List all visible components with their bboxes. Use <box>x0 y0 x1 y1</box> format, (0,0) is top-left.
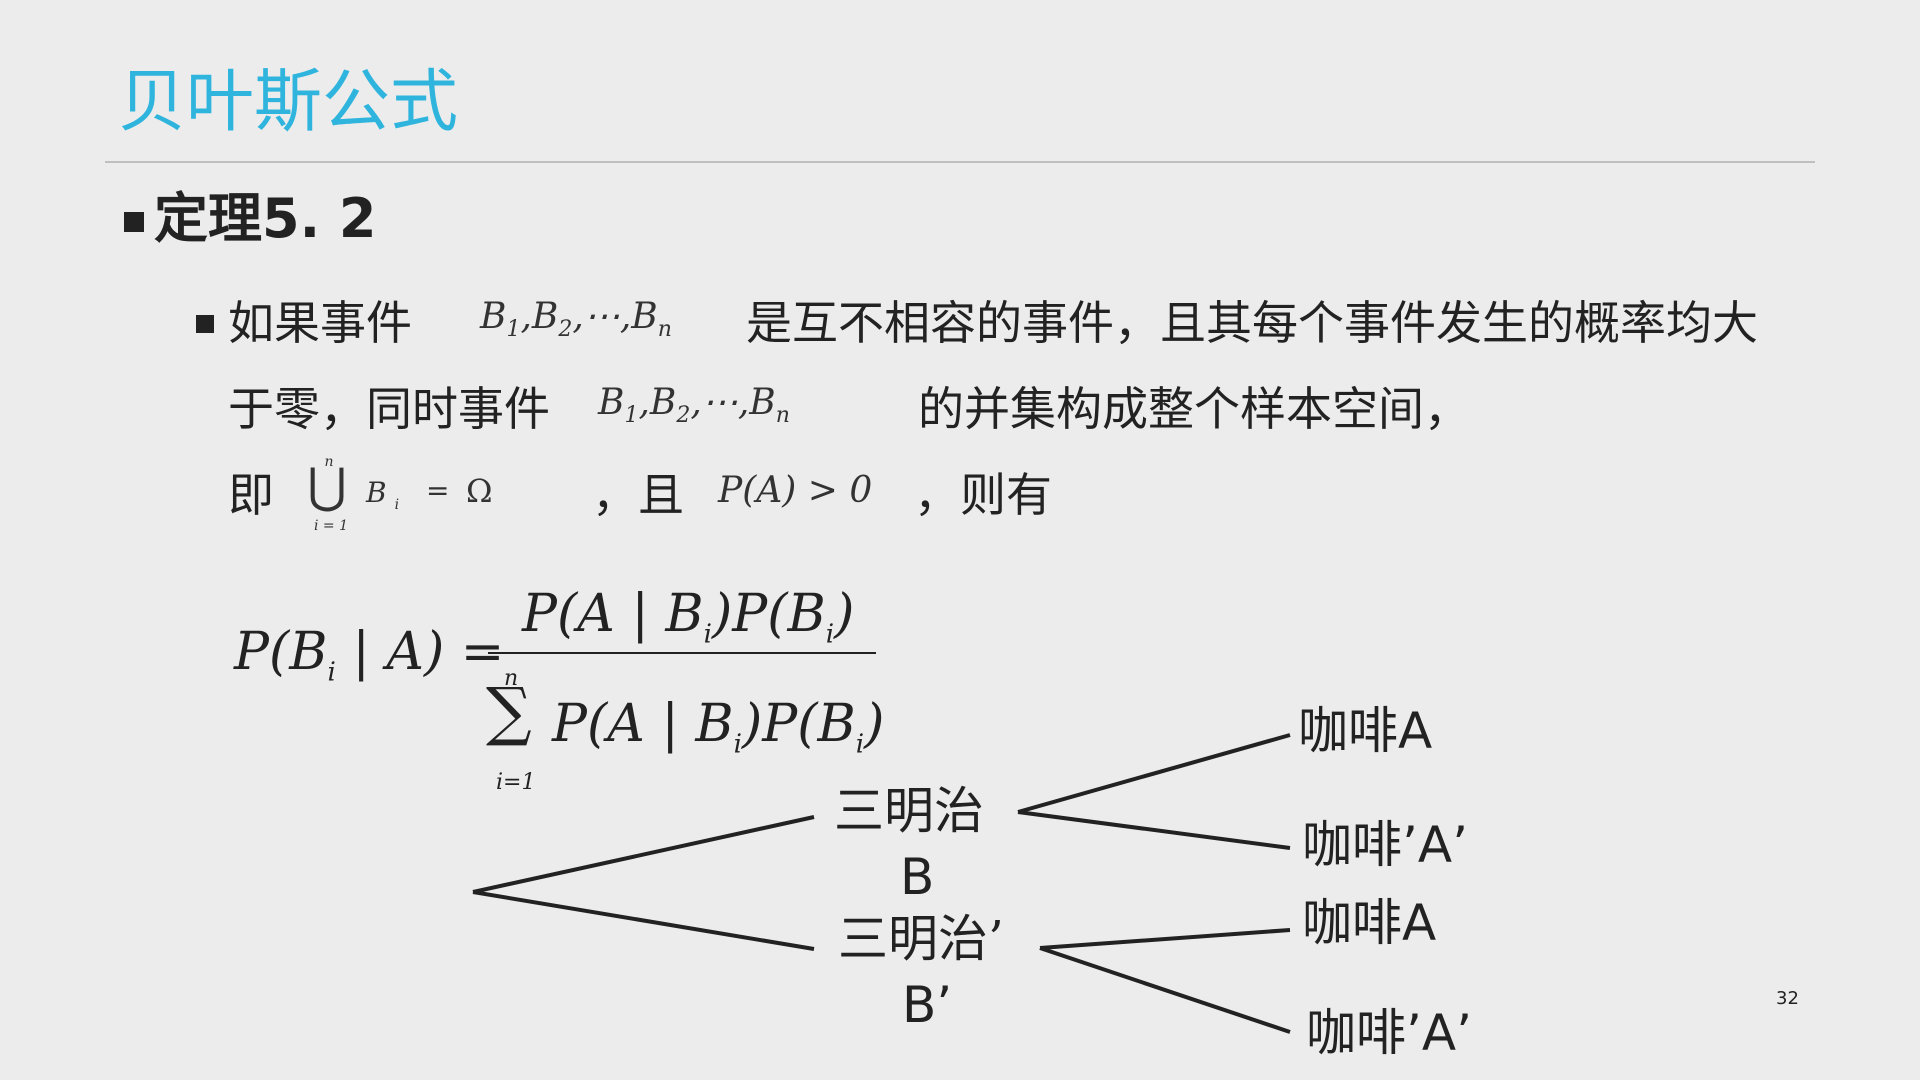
leaf-coffee-aprime-1: 咖啡’A’ <box>1302 816 1468 874</box>
node-sandwich-b-label: 三明治 <box>834 782 984 840</box>
node-sandwich-bprime-symbol: B’ <box>902 976 953 1034</box>
branch-root-b <box>472 815 815 894</box>
leaf-coffee-aprime-2: 咖啡’A’ <box>1306 1004 1472 1062</box>
leaf-coffee-a-1: 咖啡A <box>1298 702 1433 760</box>
page-number: 32 <box>1776 988 1799 1009</box>
leaf-coffee-a-2: 咖啡A <box>1302 894 1437 952</box>
branch-b-a <box>1017 733 1291 814</box>
branch-root-bprime <box>472 890 815 951</box>
branch-b-aprime <box>1017 810 1291 850</box>
branch-bprime-a <box>1039 928 1291 950</box>
node-sandwich-b-symbol: B <box>900 848 935 906</box>
branch-bprime-aprime <box>1039 946 1291 1034</box>
node-sandwich-bprime-label: 三明治’ <box>838 910 1004 968</box>
